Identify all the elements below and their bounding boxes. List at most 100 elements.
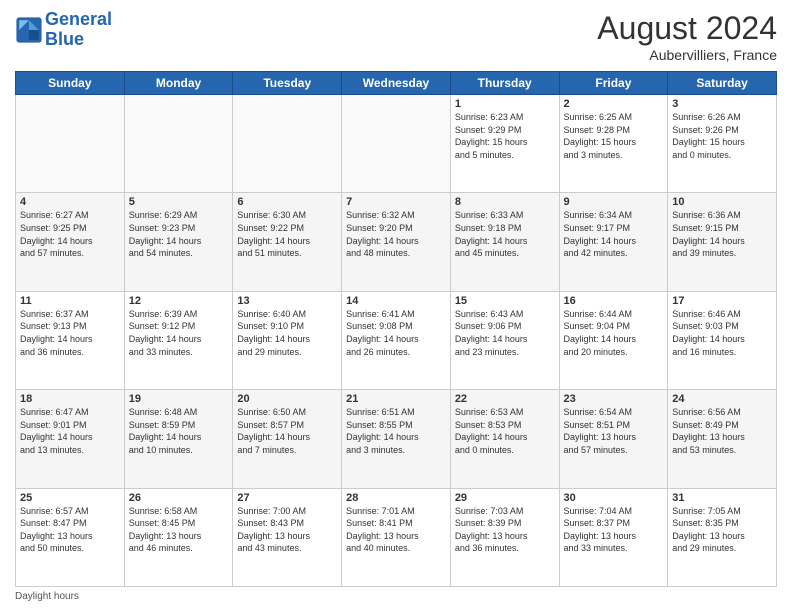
day-info: Sunrise: 6:43 AM Sunset: 9:06 PM Dayligh… (455, 308, 555, 358)
calendar-cell: 23Sunrise: 6:54 AM Sunset: 8:51 PM Dayli… (559, 390, 668, 488)
calendar-cell: 11Sunrise: 6:37 AM Sunset: 9:13 PM Dayli… (16, 291, 125, 389)
day-info: Sunrise: 7:03 AM Sunset: 8:39 PM Dayligh… (455, 505, 555, 555)
day-number: 16 (564, 295, 664, 307)
calendar-week-3: 11Sunrise: 6:37 AM Sunset: 9:13 PM Dayli… (16, 291, 777, 389)
calendar-cell: 5Sunrise: 6:29 AM Sunset: 9:23 PM Daylig… (124, 193, 233, 291)
calendar-header-row: SundayMondayTuesdayWednesdayThursdayFrid… (16, 72, 777, 95)
calendar-cell: 16Sunrise: 6:44 AM Sunset: 9:04 PM Dayli… (559, 291, 668, 389)
calendar-cell: 24Sunrise: 6:56 AM Sunset: 8:49 PM Dayli… (668, 390, 777, 488)
day-number: 21 (346, 393, 446, 405)
month-title: August 2024 (597, 10, 777, 47)
day-number: 31 (672, 492, 772, 504)
calendar-header-friday: Friday (559, 72, 668, 95)
day-info: Sunrise: 6:58 AM Sunset: 8:45 PM Dayligh… (129, 505, 229, 555)
day-info: Sunrise: 6:39 AM Sunset: 9:12 PM Dayligh… (129, 308, 229, 358)
calendar-cell: 3Sunrise: 6:26 AM Sunset: 9:26 PM Daylig… (668, 95, 777, 193)
calendar-cell: 20Sunrise: 6:50 AM Sunset: 8:57 PM Dayli… (233, 390, 342, 488)
calendar-cell: 13Sunrise: 6:40 AM Sunset: 9:10 PM Dayli… (233, 291, 342, 389)
day-number: 4 (20, 196, 120, 208)
day-info: Sunrise: 6:51 AM Sunset: 8:55 PM Dayligh… (346, 406, 446, 456)
day-info: Sunrise: 6:41 AM Sunset: 9:08 PM Dayligh… (346, 308, 446, 358)
day-number: 6 (237, 196, 337, 208)
calendar-cell: 4Sunrise: 6:27 AM Sunset: 9:25 PM Daylig… (16, 193, 125, 291)
calendar-cell (233, 95, 342, 193)
day-number: 5 (129, 196, 229, 208)
day-number: 20 (237, 393, 337, 405)
calendar-week-2: 4Sunrise: 6:27 AM Sunset: 9:25 PM Daylig… (16, 193, 777, 291)
day-info: Sunrise: 6:54 AM Sunset: 8:51 PM Dayligh… (564, 406, 664, 456)
day-info: Sunrise: 6:48 AM Sunset: 8:59 PM Dayligh… (129, 406, 229, 456)
day-number: 27 (237, 492, 337, 504)
page: General Blue August 2024 Aubervilliers, … (0, 0, 792, 612)
day-number: 8 (455, 196, 555, 208)
day-number: 19 (129, 393, 229, 405)
day-info: Sunrise: 6:27 AM Sunset: 9:25 PM Dayligh… (20, 209, 120, 259)
calendar-cell: 19Sunrise: 6:48 AM Sunset: 8:59 PM Dayli… (124, 390, 233, 488)
day-info: Sunrise: 6:23 AM Sunset: 9:29 PM Dayligh… (455, 111, 555, 161)
day-info: Sunrise: 6:46 AM Sunset: 9:03 PM Dayligh… (672, 308, 772, 358)
calendar-cell: 26Sunrise: 6:58 AM Sunset: 8:45 PM Dayli… (124, 488, 233, 586)
day-number: 29 (455, 492, 555, 504)
calendar-cell: 10Sunrise: 6:36 AM Sunset: 9:15 PM Dayli… (668, 193, 777, 291)
day-number: 26 (129, 492, 229, 504)
calendar-cell: 15Sunrise: 6:43 AM Sunset: 9:06 PM Dayli… (450, 291, 559, 389)
calendar-cell: 25Sunrise: 6:57 AM Sunset: 8:47 PM Dayli… (16, 488, 125, 586)
location: Aubervilliers, France (597, 47, 777, 63)
calendar-cell: 18Sunrise: 6:47 AM Sunset: 9:01 PM Dayli… (16, 390, 125, 488)
day-number: 7 (346, 196, 446, 208)
calendar-header-saturday: Saturday (668, 72, 777, 95)
day-info: Sunrise: 6:29 AM Sunset: 9:23 PM Dayligh… (129, 209, 229, 259)
header: General Blue August 2024 Aubervilliers, … (15, 10, 777, 63)
calendar-cell: 7Sunrise: 6:32 AM Sunset: 9:20 PM Daylig… (342, 193, 451, 291)
calendar-cell: 30Sunrise: 7:04 AM Sunset: 8:37 PM Dayli… (559, 488, 668, 586)
calendar-cell (124, 95, 233, 193)
day-number: 25 (20, 492, 120, 504)
calendar-cell: 29Sunrise: 7:03 AM Sunset: 8:39 PM Dayli… (450, 488, 559, 586)
calendar-cell: 22Sunrise: 6:53 AM Sunset: 8:53 PM Dayli… (450, 390, 559, 488)
day-info: Sunrise: 6:32 AM Sunset: 9:20 PM Dayligh… (346, 209, 446, 259)
calendar-cell: 21Sunrise: 6:51 AM Sunset: 8:55 PM Dayli… (342, 390, 451, 488)
day-number: 12 (129, 295, 229, 307)
calendar-table: SundayMondayTuesdayWednesdayThursdayFrid… (15, 71, 777, 587)
day-number: 28 (346, 492, 446, 504)
calendar-cell: 2Sunrise: 6:25 AM Sunset: 9:28 PM Daylig… (559, 95, 668, 193)
logo-text: General Blue (45, 10, 112, 50)
calendar-cell: 12Sunrise: 6:39 AM Sunset: 9:12 PM Dayli… (124, 291, 233, 389)
day-info: Sunrise: 7:05 AM Sunset: 8:35 PM Dayligh… (672, 505, 772, 555)
day-number: 22 (455, 393, 555, 405)
day-info: Sunrise: 6:30 AM Sunset: 9:22 PM Dayligh… (237, 209, 337, 259)
day-number: 9 (564, 196, 664, 208)
day-number: 14 (346, 295, 446, 307)
calendar-week-1: 1Sunrise: 6:23 AM Sunset: 9:29 PM Daylig… (16, 95, 777, 193)
day-number: 24 (672, 393, 772, 405)
day-info: Sunrise: 7:00 AM Sunset: 8:43 PM Dayligh… (237, 505, 337, 555)
calendar-cell: 9Sunrise: 6:34 AM Sunset: 9:17 PM Daylig… (559, 193, 668, 291)
day-info: Sunrise: 6:25 AM Sunset: 9:28 PM Dayligh… (564, 111, 664, 161)
day-info: Sunrise: 6:53 AM Sunset: 8:53 PM Dayligh… (455, 406, 555, 456)
day-info: Sunrise: 7:01 AM Sunset: 8:41 PM Dayligh… (346, 505, 446, 555)
calendar-cell (16, 95, 125, 193)
calendar-cell: 31Sunrise: 7:05 AM Sunset: 8:35 PM Dayli… (668, 488, 777, 586)
calendar-cell: 1Sunrise: 6:23 AM Sunset: 9:29 PM Daylig… (450, 95, 559, 193)
day-info: Sunrise: 6:50 AM Sunset: 8:57 PM Dayligh… (237, 406, 337, 456)
day-number: 13 (237, 295, 337, 307)
day-info: Sunrise: 6:33 AM Sunset: 9:18 PM Dayligh… (455, 209, 555, 259)
day-info: Sunrise: 6:47 AM Sunset: 9:01 PM Dayligh… (20, 406, 120, 456)
day-info: Sunrise: 6:26 AM Sunset: 9:26 PM Dayligh… (672, 111, 772, 161)
day-number: 11 (20, 295, 120, 307)
calendar-cell: 6Sunrise: 6:30 AM Sunset: 9:22 PM Daylig… (233, 193, 342, 291)
day-info: Sunrise: 7:04 AM Sunset: 8:37 PM Dayligh… (564, 505, 664, 555)
calendar-cell: 14Sunrise: 6:41 AM Sunset: 9:08 PM Dayli… (342, 291, 451, 389)
calendar-cell: 8Sunrise: 6:33 AM Sunset: 9:18 PM Daylig… (450, 193, 559, 291)
day-info: Sunrise: 6:36 AM Sunset: 9:15 PM Dayligh… (672, 209, 772, 259)
calendar-header-thursday: Thursday (450, 72, 559, 95)
calendar-cell (342, 95, 451, 193)
day-number: 17 (672, 295, 772, 307)
day-info: Sunrise: 6:40 AM Sunset: 9:10 PM Dayligh… (237, 308, 337, 358)
day-info: Sunrise: 6:34 AM Sunset: 9:17 PM Dayligh… (564, 209, 664, 259)
calendar-header-sunday: Sunday (16, 72, 125, 95)
day-info: Sunrise: 6:57 AM Sunset: 8:47 PM Dayligh… (20, 505, 120, 555)
logo: General Blue (15, 10, 112, 50)
day-info: Sunrise: 6:37 AM Sunset: 9:13 PM Dayligh… (20, 308, 120, 358)
day-number: 15 (455, 295, 555, 307)
